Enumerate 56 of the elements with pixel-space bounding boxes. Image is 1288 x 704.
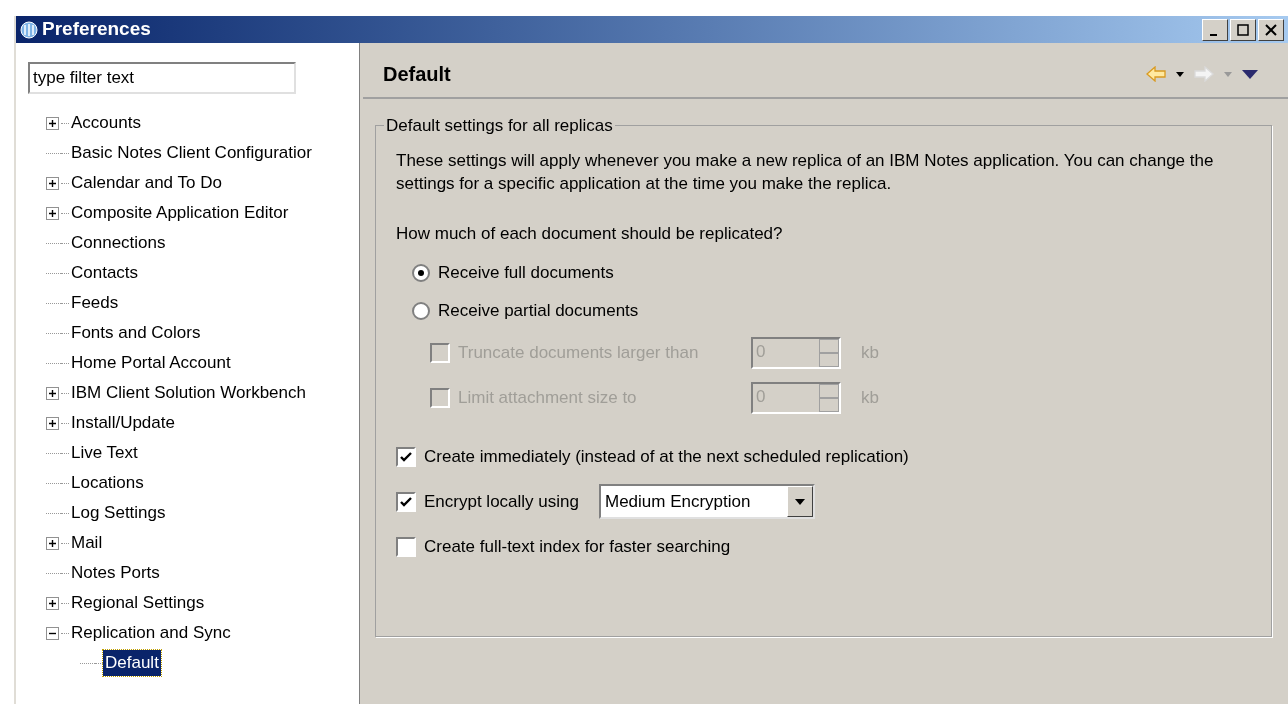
tree-item[interactable]: IBM Client Solution Workbench bbox=[69, 380, 308, 406]
tree-item[interactable]: Basic Notes Client Configuratior bbox=[69, 140, 314, 166]
tree-item[interactable]: Accounts bbox=[69, 110, 143, 136]
tree-item[interactable]: Live Text bbox=[69, 440, 140, 466]
filter-field[interactable]: type filter text bbox=[28, 62, 296, 94]
caret-icon[interactable] bbox=[1176, 71, 1184, 77]
expand-icon[interactable] bbox=[46, 416, 59, 430]
tree-item[interactable]: Connections bbox=[69, 230, 168, 256]
expand-icon[interactable] bbox=[46, 596, 59, 610]
tree-item[interactable]: Locations bbox=[69, 470, 146, 496]
checkbox[interactable] bbox=[396, 491, 416, 512]
radio-button[interactable] bbox=[412, 302, 430, 320]
radio-label: Receive partial documents bbox=[438, 300, 639, 323]
expand-icon[interactable] bbox=[46, 536, 59, 550]
expand-icon[interactable] bbox=[46, 386, 59, 400]
page-title: Default bbox=[383, 62, 451, 87]
radio-button[interactable] bbox=[412, 264, 430, 282]
option-label: Create full-text index for faster searching bbox=[424, 535, 731, 558]
option-label: Encrypt locally using bbox=[424, 490, 579, 513]
checkmark-icon bbox=[399, 449, 413, 464]
collapse-icon[interactable] bbox=[46, 626, 59, 640]
tree-item[interactable]: Notes Ports bbox=[69, 560, 162, 586]
checkbox[interactable] bbox=[396, 536, 416, 557]
maximize-button[interactable] bbox=[1230, 18, 1256, 41]
minimize-button[interactable] bbox=[1202, 18, 1228, 41]
globe-icon bbox=[20, 20, 38, 39]
tree-item[interactable]: Contacts bbox=[69, 260, 141, 286]
checkbox[interactable] bbox=[396, 446, 416, 467]
tree-item[interactable]: Calendar and To Do bbox=[69, 170, 224, 196]
radio-label: Receive full documents bbox=[438, 262, 614, 285]
expand-icon[interactable] bbox=[46, 116, 59, 130]
tree-item[interactable]: Regional Settings bbox=[69, 590, 207, 616]
tree-item[interactable]: Default bbox=[103, 650, 161, 676]
tree-item[interactable]: Feeds bbox=[69, 290, 121, 316]
close-icon bbox=[1265, 23, 1277, 36]
group-title: Default settings for all replicas bbox=[385, 115, 614, 137]
checkmark-icon bbox=[399, 494, 413, 509]
expand-icon[interactable] bbox=[46, 176, 59, 190]
menu-icon[interactable] bbox=[1242, 69, 1258, 79]
intro-text: These settings will apply whenever you make a new replica of an IBM Notes application. You can change the settings for a specific application at the time you make the replica. bbox=[396, 149, 1215, 195]
tree-item[interactable]: Install/Update bbox=[69, 410, 177, 436]
maximize-icon bbox=[1237, 23, 1249, 36]
tree-item[interactable]: Composite Application Editor bbox=[69, 200, 291, 226]
tree-item[interactable]: Log Settings bbox=[69, 500, 168, 526]
close-button[interactable] bbox=[1258, 18, 1284, 41]
tree-item[interactable]: Fonts and Colors bbox=[69, 320, 203, 346]
minimize-icon bbox=[1209, 33, 1217, 36]
window-title: Preferences bbox=[42, 17, 151, 42]
expand-icon[interactable] bbox=[46, 206, 59, 220]
caret-icon bbox=[794, 498, 805, 505]
tree-item[interactable]: Home Portal Account bbox=[69, 350, 233, 376]
option-label: Create immediately (instead of at the next scheduled replication) bbox=[424, 445, 909, 468]
tree-item[interactable]: Mail bbox=[69, 530, 105, 556]
question-text: How much of each document should be replicated? bbox=[396, 222, 784, 245]
encryption-dropdown[interactable]: Medium Encryption bbox=[598, 484, 815, 519]
tree-item[interactable]: Replication and Sync bbox=[69, 620, 233, 646]
